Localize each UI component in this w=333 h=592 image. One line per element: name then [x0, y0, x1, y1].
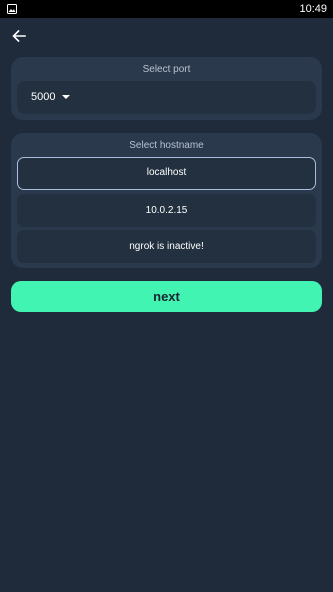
port-card: Select port 5000 — [11, 57, 322, 120]
hostname-card: Select hostname localhost 10.0.2.15 ngro… — [11, 133, 322, 268]
chevron-down-icon — [62, 95, 70, 99]
hostname-option-localhost[interactable]: localhost — [17, 157, 316, 190]
port-dropdown[interactable]: 5000 — [17, 81, 316, 114]
hostname-option-ngrok[interactable]: ngrok is inactive! — [17, 230, 316, 263]
port-value: 5000 — [31, 91, 56, 103]
back-button[interactable] — [10, 27, 28, 45]
status-time: 10:49 — [299, 3, 327, 15]
image-icon — [7, 4, 17, 14]
hostname-title: Select hostname — [129, 140, 204, 151]
status-bar: 10:49 — [0, 0, 333, 18]
port-title: Select port — [142, 64, 191, 75]
hostname-option-ip[interactable]: 10.0.2.15 — [17, 194, 316, 227]
arrow-left-icon — [12, 29, 26, 43]
next-button[interactable]: next — [11, 281, 322, 312]
